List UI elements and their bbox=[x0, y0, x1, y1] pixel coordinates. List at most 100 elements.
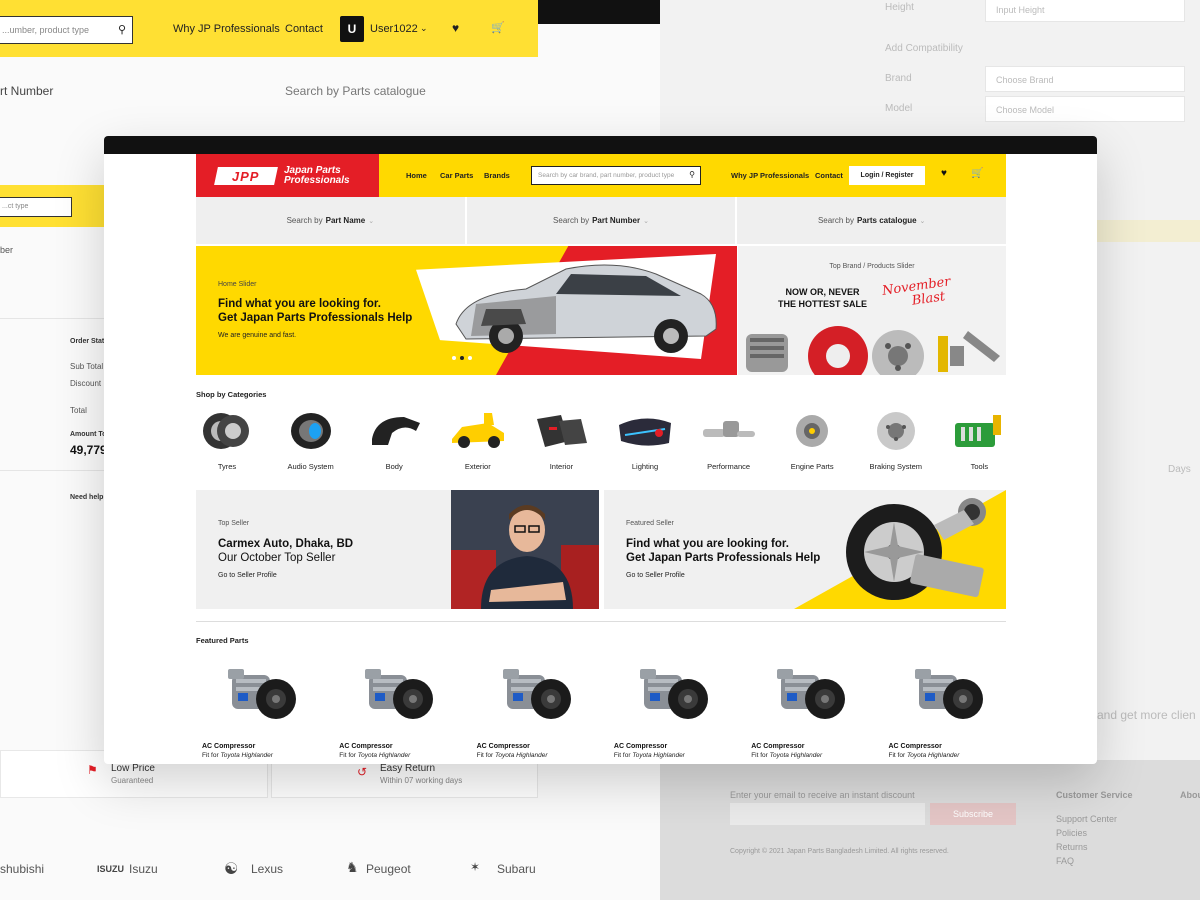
ac-compressor-icon bbox=[365, 669, 434, 719]
product-image bbox=[614, 659, 734, 729]
heart-icon[interactable]: ♥ bbox=[452, 21, 459, 35]
divider bbox=[0, 470, 105, 471]
product-fit-model: Toyota Highlander bbox=[495, 752, 548, 759]
chevron-down-icon: ⌄ bbox=[919, 217, 926, 225]
search-by-catalogue[interactable]: Search by Parts catalogue ⌄ bbox=[737, 197, 1007, 244]
easy-return-sub: Within 07 working days bbox=[380, 776, 463, 785]
top-seller-banner[interactable]: Top Seller Carmex Auto, Dhaka, BD Our Oc… bbox=[196, 490, 599, 609]
category-tools[interactable]: Tools bbox=[944, 409, 1014, 471]
product-fit-prefix: Fit for bbox=[888, 752, 906, 759]
peugeot-logo-icon: ♞ bbox=[346, 859, 359, 875]
nav-car-parts[interactable]: Car Parts bbox=[440, 171, 473, 180]
product-fit: Fit for Toyota Highlander bbox=[477, 752, 597, 759]
search-icon[interactable]: ⚲ bbox=[689, 170, 695, 179]
category-body[interactable]: Body bbox=[359, 409, 429, 471]
hero-subtitle: We are genuine and fast. bbox=[218, 332, 297, 339]
category-interior[interactable]: Interior bbox=[526, 409, 596, 471]
subscribe-button[interactable]: Subscribe bbox=[930, 803, 1016, 825]
search-by-part-number[interactable]: Search by Part Number ⌄ bbox=[466, 197, 736, 244]
bg-brand-select[interactable]: Choose Brand bbox=[985, 66, 1185, 92]
category-exterior[interactable]: Exterior bbox=[443, 409, 513, 471]
heart-icon[interactable]: ♥ bbox=[941, 168, 947, 179]
divider bbox=[0, 318, 105, 319]
bg-search-catalogue[interactable]: Search by Parts catalogue bbox=[285, 84, 426, 98]
bg-user-name[interactable]: User1022 bbox=[370, 23, 418, 35]
footer-link[interactable]: FAQ bbox=[1056, 856, 1074, 866]
search-input[interactable]: Search by car brand, part number, produc… bbox=[531, 166, 701, 185]
bg-model-select[interactable]: Choose Model bbox=[985, 96, 1185, 122]
brand-peugeot[interactable]: Peugeot bbox=[366, 862, 411, 876]
promo-heading: Carmex Auto, Dhaka, BD Our October Top S… bbox=[218, 537, 353, 565]
top-brand-slider[interactable]: Top Brand / Products Slider NOW OR, NEVE… bbox=[738, 246, 1006, 375]
category-label: Braking System bbox=[869, 462, 923, 471]
bg-height-input[interactable]: Input Height bbox=[985, 0, 1185, 22]
product-card[interactable]: AC Compressor Fit for Toyota Highlander … bbox=[751, 659, 871, 764]
bg-label-model: Model bbox=[885, 103, 913, 114]
product-card[interactable]: AC Compressor Fit for Toyota Highlander … bbox=[339, 659, 459, 764]
side-slider-tag: Top Brand / Products Slider bbox=[829, 263, 915, 270]
brand-mitsubishi[interactable]: shubishi bbox=[0, 862, 44, 876]
bg-amount-to: Amount To bbox=[70, 431, 107, 438]
category-audio-system[interactable]: Audio System bbox=[276, 409, 346, 471]
footer-email-label: Enter your email to receive an instant d… bbox=[730, 790, 915, 800]
seller-profile-link[interactable]: Go to Seller Profile bbox=[626, 572, 685, 579]
bg-need-help[interactable]: Need help bbox=[70, 494, 103, 501]
product-image bbox=[339, 659, 459, 729]
footer-link[interactable]: Policies bbox=[1056, 828, 1087, 838]
bg-mini-search[interactable]: ...ct type bbox=[0, 197, 72, 217]
slider-dot-active[interactable] bbox=[460, 356, 464, 360]
product-fit-model: Toyota Highlander bbox=[220, 752, 273, 759]
nav-home[interactable]: Home bbox=[406, 171, 427, 180]
product-card[interactable]: AC Compressor Fit for Toyota Highlander … bbox=[202, 659, 322, 764]
bg-nav-contact[interactable]: Contact bbox=[285, 23, 323, 35]
slider-dot[interactable] bbox=[468, 356, 472, 360]
footer-email-input[interactable] bbox=[730, 803, 925, 825]
avatar[interactable]: U bbox=[340, 16, 364, 42]
home-slider[interactable]: Home Slider Find what you are looking fo… bbox=[196, 246, 737, 375]
script-line2: Blast bbox=[910, 289, 947, 309]
brand-subaru[interactable]: Subaru bbox=[497, 862, 536, 876]
fender-icon bbox=[372, 417, 421, 445]
product-card[interactable]: AC Compressor Fit for Toyota Highlander … bbox=[477, 659, 597, 764]
brand-lexus[interactable]: Lexus bbox=[251, 862, 283, 876]
bg-search-input[interactable]: ...umber, product type ⚲ bbox=[0, 16, 133, 44]
category-engine-parts[interactable]: Engine Parts bbox=[777, 409, 847, 471]
cart-icon[interactable]: 🛒 bbox=[971, 168, 983, 179]
slider-dot[interactable] bbox=[452, 356, 456, 360]
nav-brands[interactable]: Brands bbox=[484, 171, 510, 180]
promo-tag: Featured Seller bbox=[626, 520, 674, 527]
product-card[interactable]: AC Compressor Fit for Toyota Highlander … bbox=[614, 659, 734, 764]
category-tyres[interactable]: Tyres bbox=[192, 409, 262, 471]
logo-line1: Japan Parts bbox=[284, 164, 341, 176]
category-label: Audio System bbox=[287, 462, 334, 471]
search-icon[interactable]: ⚲ bbox=[118, 23, 126, 36]
category-performance[interactable]: Performance bbox=[694, 409, 764, 471]
featured-seller-banner[interactable]: Featured Seller Find what you are lookin… bbox=[604, 490, 1006, 609]
login-register-button[interactable]: Login / Register bbox=[849, 166, 925, 185]
nav-contact[interactable]: Contact bbox=[815, 171, 843, 180]
category-braking-system[interactable]: Braking System bbox=[861, 409, 931, 471]
product-card[interactable]: AC Compressor Fit for Toyota Highlander … bbox=[889, 659, 1009, 764]
bg-nav-why[interactable]: Why JP Professionals bbox=[173, 23, 280, 35]
search-by-part-name[interactable]: Search by Part Name ⌄ bbox=[196, 197, 465, 244]
product-fit: Fit for Toyota Highlander bbox=[614, 752, 734, 759]
seller-photo bbox=[451, 490, 599, 609]
nav-why-jp[interactable]: Why JP Professionals bbox=[731, 171, 809, 180]
bg-search-part-number[interactable]: rt Number bbox=[0, 84, 53, 98]
product-fit-model: Toyota Highlander bbox=[769, 752, 823, 759]
product-fit-model: Toyota Highlander bbox=[632, 752, 685, 759]
product-fit-model: Toyota Highlander bbox=[357, 752, 411, 759]
return-icon: ↺ bbox=[357, 765, 368, 779]
brand-isuzu[interactable]: Isuzu bbox=[129, 862, 158, 876]
bg-discount: Discount bbox=[70, 379, 102, 388]
car-cutaway-image bbox=[455, 264, 717, 353]
bg-days-label: Days bbox=[1168, 464, 1191, 475]
seller-profile-link[interactable]: Go to Seller Profile bbox=[218, 572, 277, 579]
footer-link[interactable]: Returns bbox=[1056, 842, 1088, 852]
category-lighting[interactable]: Lighting bbox=[610, 409, 680, 471]
cart-icon[interactable]: 🛒 bbox=[491, 21, 505, 34]
november-blast-script: November Blast bbox=[881, 274, 953, 312]
footer-link[interactable]: Support Center bbox=[1056, 814, 1117, 824]
chevron-down-icon[interactable]: ⌄ bbox=[420, 23, 428, 34]
site-logo[interactable]: JPP Japan Parts Professionals bbox=[196, 154, 379, 197]
